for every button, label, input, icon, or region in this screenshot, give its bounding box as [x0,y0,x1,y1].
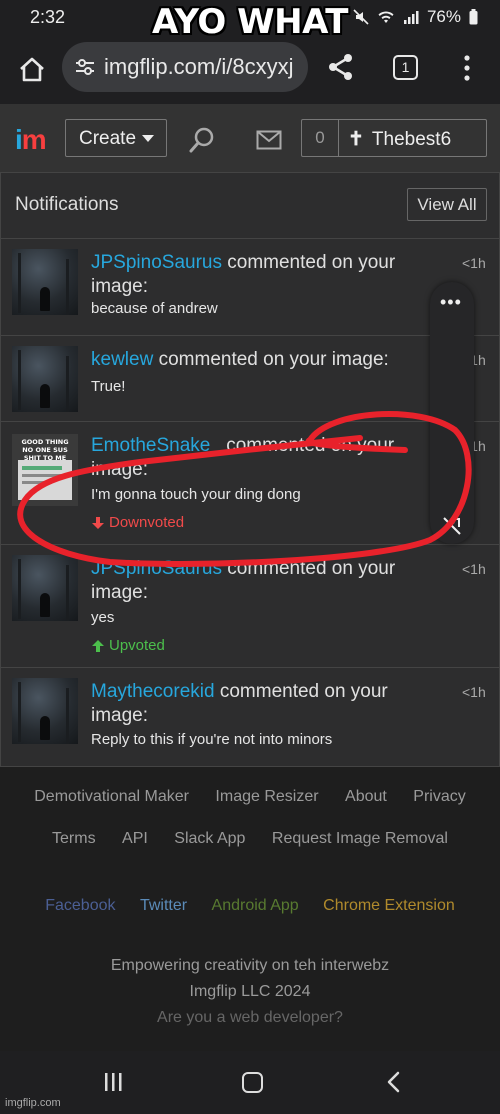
footer-link-facebook[interactable]: Facebook [45,897,115,914]
notification-item[interactable]: kewlew commented on your image: True! <1… [1,336,499,422]
image-thumbnail[interactable] [12,346,78,412]
footer-link-terms[interactable]: Terms [52,830,96,847]
footer-link-demotivational[interactable]: Demotivational Maker [34,788,189,805]
notification-text: kewlew commented on your image: [91,349,389,370]
create-dropdown-button[interactable]: Create [65,119,167,157]
footer-links-row: Demotivational Maker Image Resizer About… [0,788,500,806]
commenter-username[interactable]: JPSpinoSaurus [91,558,222,579]
notification-time: <1h [462,255,486,271]
image-thumbnail[interactable] [12,678,78,744]
imgflip-watermark: imgflip.com [5,1097,61,1109]
browser-toolbar: imgflip.com/i/8cxyxj 1 [0,36,500,104]
footer-tagline: Empowering creativity on teh interwebz [110,957,390,974]
url-text: imgflip.com/i/8cxyxj [104,54,294,79]
floating-toolbar[interactable]: ••• [430,282,474,544]
thumbnail-caption: GOOD THING NO ONE SUS SHIT TO ME [21,438,69,462]
caret-down-icon [142,135,155,143]
notification-time: <1h [462,684,486,700]
notification-text: EmotheSnake_ commented on your image: [91,435,395,480]
comment-text: True! [91,378,126,395]
notifications-header: Notifications View All [1,173,499,239]
comment-text: because of andrew [91,300,218,317]
footer-link-chrome[interactable]: Chrome Extension [323,897,455,914]
image-thumbnail[interactable] [12,555,78,621]
address-bar[interactable]: imgflip.com/i/8cxyxj [62,42,308,92]
commenter-username[interactable]: kewlew [91,349,153,370]
comment-text: I'm gonna touch your ding dong [91,486,301,503]
arrow-up-icon [92,640,104,653]
search-icon[interactable] [188,126,216,154]
more-horizontal-icon[interactable]: ••• [440,292,462,313]
notification-text: Maythecorekid commented on your image: [91,681,388,726]
notification-item[interactable]: Maythecorekid commented on your image: R… [1,668,499,766]
user-menu-button[interactable]: ✝ Thebest6 [339,119,487,157]
meme-caption: AYO WHAT [151,2,349,42]
footer-link-privacy[interactable]: Privacy [413,788,465,805]
cross-icon: ✝ [348,129,364,150]
back-icon[interactable] [385,1071,401,1093]
notification-time: <1h [462,561,486,577]
notification-count-button[interactable]: 0 [301,119,339,157]
image-thumbnail[interactable]: GOOD THING NO ONE SUS SHIT TO ME [12,434,78,506]
footer-link-api[interactable]: API [122,830,148,847]
footer-social-row: Facebook Twitter Android App Chrome Exte… [0,897,500,915]
comment-text: yes [91,609,115,626]
vote-status: Downvoted [91,514,184,531]
view-all-button[interactable]: View All [407,188,487,221]
arrow-down-icon [92,517,104,530]
notification-text: JPSpinoSaurus commented on your image: [91,558,396,603]
imgflip-logo[interactable]: im [15,124,47,156]
footer-link-removal[interactable]: Request Image Removal [272,830,448,847]
hide-toolbar-icon[interactable] [442,516,462,536]
username: Thebest6 [371,129,452,150]
commenter-username[interactable]: JPSpinoSaurus [91,252,222,273]
commenter-username[interactable]: Maythecorekid [91,681,215,702]
footer-copyright: Imgflip LLC 2024 [189,983,311,1000]
system-nav-bar: imgflip.com [0,1051,500,1114]
tab-switcher-button[interactable]: 1 [393,55,418,80]
site-header: im Create 0 ✝ Thebest6 [0,104,500,172]
notification-item[interactable]: GOOD THING NO ONE SUS SHIT TO ME EmotheS… [1,422,499,545]
footer-links-row: Terms API Slack App Request Image Remova… [0,830,500,848]
notification-text: JPSpinoSaurus commented on your image: [91,252,396,297]
site-footer: Demotivational Maker Image Resizer About… [0,767,500,1051]
footer-developer-link[interactable]: Are you a web developer? [0,1009,500,1027]
image-thumbnail[interactable] [12,249,78,315]
notification-item[interactable]: JPSpinoSaurus commented on your image: y… [1,545,499,668]
notification-item[interactable]: JPSpinoSaurus commented on your image: b… [1,239,499,336]
create-label: Create [79,128,137,149]
mail-icon[interactable] [256,130,282,150]
home-icon[interactable] [18,56,46,84]
site-settings-icon[interactable] [74,56,96,78]
more-vertical-icon[interactable] [460,54,474,82]
recent-apps-icon[interactable] [103,1073,123,1091]
comment-text: Reply to this if you're not into minors [91,731,333,748]
notifications-title: Notifications [15,194,119,215]
footer-link-resizer[interactable]: Image Resizer [215,788,318,805]
commenter-username[interactable]: EmotheSnake_ [91,435,221,456]
footer-link-android[interactable]: Android App [212,897,299,914]
footer-link-slack[interactable]: Slack App [174,830,245,847]
share-icon[interactable] [326,52,356,82]
home-nav-icon[interactable] [242,1072,263,1093]
footer-link-twitter[interactable]: Twitter [140,897,187,914]
footer-link-about[interactable]: About [345,788,387,805]
vote-status: Upvoted [91,637,165,654]
notifications-panel: Notifications View All JPSpinoSaurus com… [0,172,500,767]
